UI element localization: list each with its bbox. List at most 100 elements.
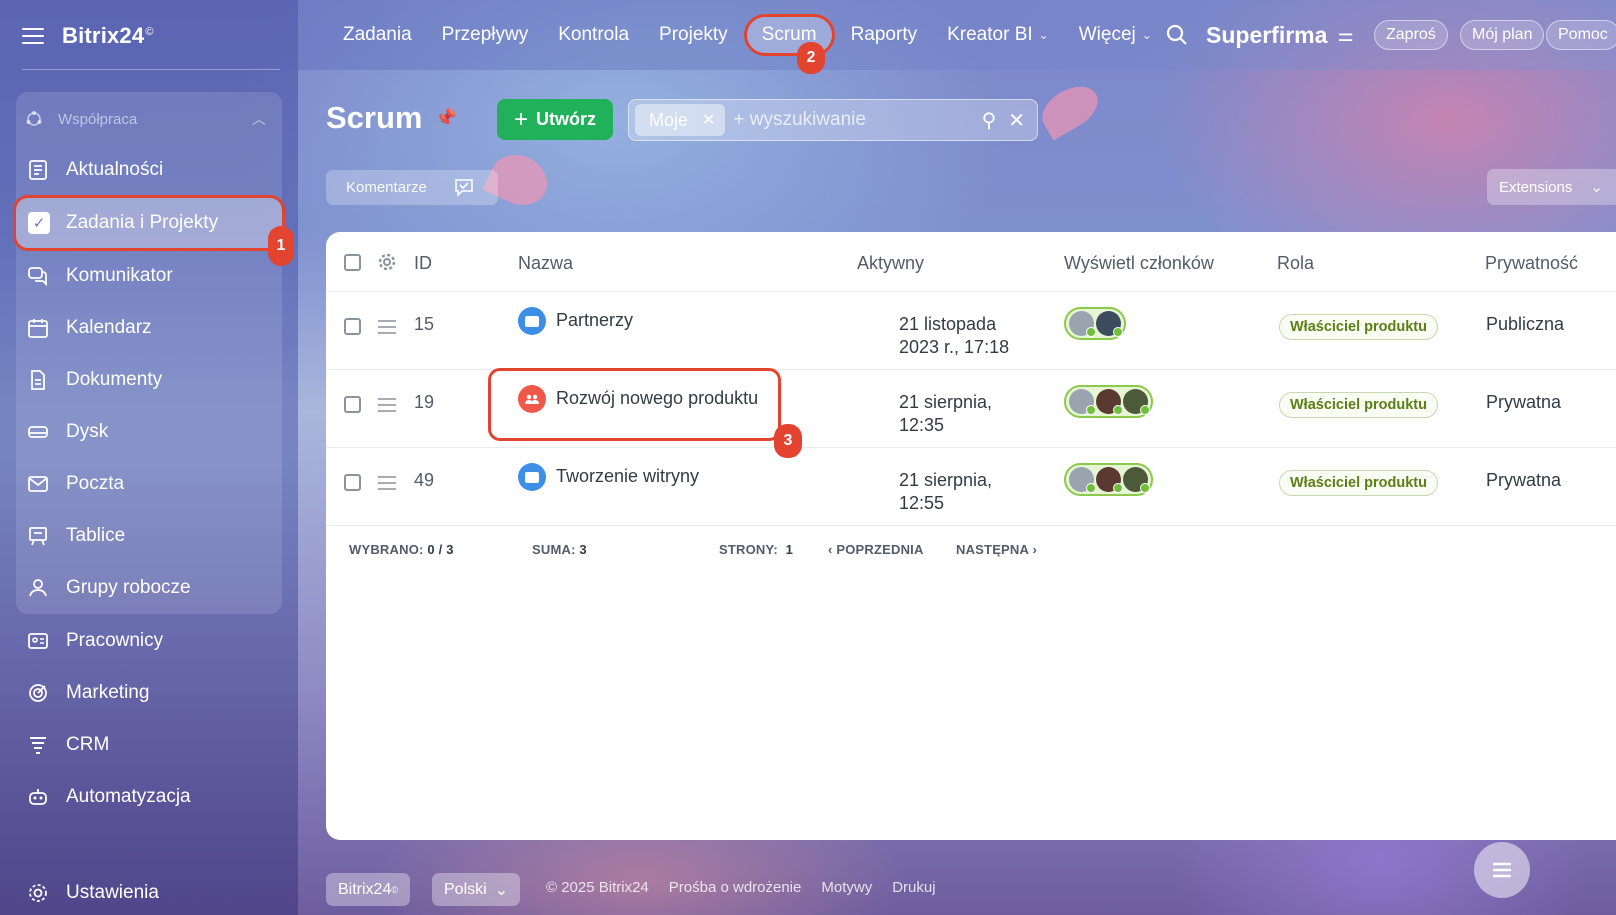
sidebar-group-header[interactable]: Współpraca ︿ bbox=[24, 106, 274, 132]
sidebar-item-mail[interactable]: Poczta bbox=[22, 462, 280, 506]
sidebar-item-calendar[interactable]: Kalendarz bbox=[22, 306, 280, 350]
avatar[interactable] bbox=[1123, 389, 1150, 415]
avatar[interactable] bbox=[1069, 467, 1096, 493]
my-plan-button[interactable]: Mój plan bbox=[1460, 20, 1545, 50]
company-name[interactable]: Superfirma ⚌ bbox=[1206, 18, 1354, 52]
sidebar-item-label: Ustawienia bbox=[66, 882, 159, 903]
row-checkbox[interactable] bbox=[344, 396, 361, 413]
project-folder-icon bbox=[518, 463, 546, 491]
list-icon bbox=[1493, 862, 1511, 878]
project-name-link[interactable]: Tworzenie witryny bbox=[556, 466, 699, 487]
role-badge: Właściciel produktu bbox=[1279, 392, 1438, 418]
drag-handle-icon[interactable] bbox=[378, 320, 396, 334]
comments-button[interactable]: Komentarze bbox=[326, 170, 498, 205]
clear-icon[interactable]: ✕ bbox=[1008, 108, 1025, 133]
pin-icon[interactable]: 📌 bbox=[434, 108, 456, 129]
column-active[interactable]: Aktywny bbox=[857, 253, 924, 274]
sidebar-item-settings[interactable]: Ustawienia bbox=[22, 871, 280, 915]
sidebar-item-label: Grupy robocze bbox=[66, 577, 191, 598]
nav-tasks[interactable]: Zadania bbox=[328, 17, 427, 53]
project-name-link[interactable]: Rozwój nowego produktu bbox=[556, 388, 758, 409]
drive-icon bbox=[26, 420, 50, 444]
sidebar-item-label: Automatyzacja bbox=[66, 786, 191, 807]
avatar[interactable] bbox=[1069, 311, 1096, 337]
avatar[interactable] bbox=[1096, 311, 1123, 337]
search-icon[interactable] bbox=[1164, 22, 1190, 48]
avatar[interactable] bbox=[1123, 467, 1150, 493]
sidebar-item-marketing[interactable]: Marketing bbox=[22, 671, 280, 715]
sidebar-item-employees[interactable]: Pracownicy bbox=[22, 619, 280, 663]
column-role[interactable]: Rola bbox=[1277, 253, 1314, 274]
menu-icon[interactable] bbox=[22, 28, 44, 44]
column-name[interactable]: Nazwa bbox=[518, 253, 573, 274]
row-checkbox[interactable] bbox=[344, 474, 361, 491]
members-avatars[interactable] bbox=[1064, 307, 1126, 340]
nav-control[interactable]: Kontrola bbox=[543, 17, 644, 53]
sidebar-item-drive[interactable]: Dysk bbox=[22, 410, 280, 454]
workgroup-icon bbox=[518, 385, 546, 413]
select-all-checkbox[interactable] bbox=[344, 254, 361, 271]
row-checkbox[interactable] bbox=[344, 318, 361, 335]
column-members[interactable]: Wyświetl członków bbox=[1064, 253, 1214, 274]
previous-page-button[interactable]: ‹ POPRZEDNIA bbox=[828, 542, 924, 557]
column-privacy[interactable]: Prywatność bbox=[1485, 253, 1578, 274]
nav-reports[interactable]: Raporty bbox=[836, 17, 933, 53]
nav-flows[interactable]: Przepływy bbox=[427, 17, 544, 53]
column-id[interactable]: ID bbox=[414, 253, 432, 274]
target-icon bbox=[26, 681, 50, 705]
next-page-button[interactable]: NASTĘPNA › bbox=[956, 542, 1037, 557]
project-name-link[interactable]: Partnerzy bbox=[556, 310, 633, 331]
close-icon[interactable]: ✕ bbox=[702, 110, 715, 130]
nav-projects[interactable]: Projekty bbox=[644, 17, 743, 53]
sidebar-item-automation[interactable]: Automatyzacja bbox=[22, 775, 280, 819]
sidebar-item-boards[interactable]: Tablice bbox=[22, 514, 280, 558]
sidebar-item-workgroups[interactable]: Grupy robocze bbox=[22, 566, 280, 610]
chevron-down-icon[interactable]: ⌄ bbox=[1590, 178, 1603, 196]
avatar[interactable] bbox=[1069, 389, 1096, 415]
avatar[interactable] bbox=[1096, 389, 1123, 415]
employees-icon bbox=[26, 629, 50, 653]
create-button[interactable]: + Utwórz bbox=[497, 99, 613, 140]
gear-icon[interactable] bbox=[377, 252, 397, 272]
members-avatars[interactable] bbox=[1064, 463, 1153, 496]
sidebar-group-label: Współpraca bbox=[58, 110, 138, 128]
extensions-button[interactable]: Extensions ⌄ bbox=[1487, 169, 1616, 205]
themes-link[interactable]: Motywy bbox=[821, 879, 872, 896]
table-row[interactable]: 19 Rozwój nowego produktu 21 sierpnia, 1… bbox=[326, 370, 1616, 448]
invite-button[interactable]: Zaproś bbox=[1374, 20, 1448, 50]
drag-handle-icon[interactable] bbox=[378, 398, 396, 412]
nav-more[interactable]: Więcej ⌄ bbox=[1064, 17, 1167, 53]
search-input[interactable] bbox=[733, 104, 982, 136]
table-row[interactable]: 49 Tworzenie witryny 21 sierpnia, 12:55 … bbox=[326, 448, 1616, 526]
filter-chip[interactable]: Moje ✕ bbox=[635, 104, 726, 136]
sidebar-item-label: Dysk bbox=[66, 421, 109, 442]
brand-logo[interactable]: Bitrix24© bbox=[62, 23, 154, 49]
print-link[interactable]: Drukuj bbox=[892, 879, 935, 896]
sidebar-item-crm[interactable]: CRM bbox=[22, 723, 280, 767]
row-date: 21 sierpnia, 12:55 bbox=[899, 470, 993, 513]
sidebar-item-label: Tablice bbox=[66, 525, 126, 546]
sidebar-item-messenger[interactable]: Komunikator bbox=[22, 254, 280, 298]
drag-handle-icon[interactable] bbox=[378, 476, 396, 490]
sidebar-item-news[interactable]: Aktualności bbox=[22, 148, 280, 192]
bitrix-footer-logo[interactable]: Bitrix24 © bbox=[326, 873, 410, 906]
sidebar-item-documents[interactable]: Dokumenty bbox=[22, 358, 280, 402]
filter-search-box[interactable]: Moje ✕ ⚲ ✕ bbox=[628, 99, 1038, 141]
nav-bi-builder[interactable]: Kreator BI ⌄ bbox=[932, 17, 1064, 53]
language-selector[interactable]: Polski ⌄ bbox=[432, 873, 521, 906]
search-icon[interactable]: ⚲ bbox=[982, 108, 997, 133]
chevron-up-icon[interactable]: ︿ bbox=[252, 109, 266, 129]
members-avatars[interactable] bbox=[1064, 385, 1153, 418]
table-row[interactable]: 15 Partnerzy 21 listopada 2023 r., 17:18… bbox=[326, 292, 1616, 370]
row-id: 19 bbox=[414, 392, 435, 412]
row-id: 49 bbox=[414, 470, 435, 490]
floating-menu-button[interactable] bbox=[1474, 842, 1530, 898]
help-button[interactable]: Pomoc bbox=[1546, 20, 1616, 50]
settings-sliders-icon[interactable]: ⚌ bbox=[1337, 25, 1353, 46]
funnel-icon bbox=[26, 733, 50, 757]
group-icon bbox=[26, 576, 50, 600]
implementation-request-link[interactable]: Prośba o wdrożenie bbox=[669, 879, 802, 896]
sidebar-item-tasks-projects[interactable]: ✓ Zadania i Projekty bbox=[16, 198, 282, 248]
annotation-marker-2: 2 bbox=[797, 42, 825, 74]
avatar[interactable] bbox=[1096, 467, 1123, 493]
